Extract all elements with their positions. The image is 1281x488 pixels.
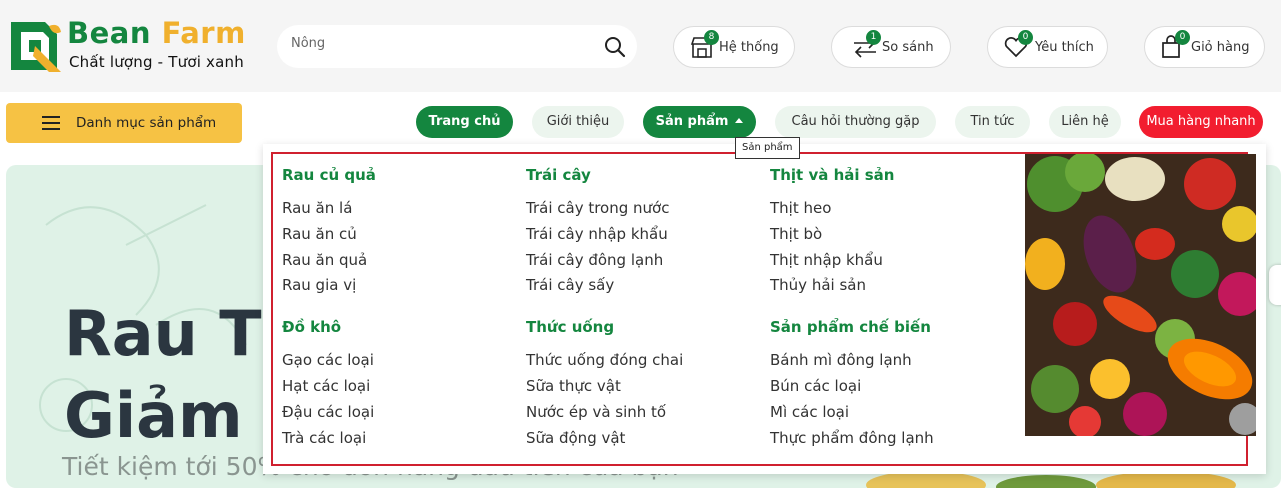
mega-menu-item[interactable]: Trái cây đông lạnh (526, 251, 663, 269)
mega-menu-item[interactable]: Thủy hải sản (770, 276, 866, 294)
nav-products-label: Sản phẩm (655, 114, 729, 129)
compare-count-badge: 1 (866, 30, 881, 45)
mega-group-title[interactable]: Rau củ quả (282, 166, 376, 184)
mega-menu-item[interactable]: Thịt nhập khẩu (770, 251, 883, 269)
mega-menu-item[interactable]: Rau ăn củ (282, 225, 357, 243)
mega-menu-item[interactable]: Bún các loại (770, 377, 861, 395)
logo-tagline: Chất lượng - Tươi xanh (69, 53, 244, 71)
store-system-button[interactable]: 8 Hệ thống (673, 26, 795, 68)
nav-faq[interactable]: Câu hỏi thường gặp (775, 106, 936, 138)
mega-menu-item[interactable]: Sữa động vật (526, 429, 625, 447)
mega-menu-item[interactable]: Thực phẩm đông lạnh (770, 429, 934, 447)
nav-home[interactable]: Trang chủ (416, 106, 513, 138)
mega-menu-item[interactable]: Trà các loại (282, 429, 366, 447)
mega-menu-item[interactable]: Đậu các loại (282, 403, 374, 421)
mega-group-title[interactable]: Thức uống (526, 318, 614, 336)
logo-word-bean: Bean (67, 16, 151, 50)
search-box (277, 25, 637, 68)
side-scroll-tab[interactable] (1269, 265, 1281, 305)
nav-products-tooltip: Sản phẩm (735, 137, 800, 159)
mega-menu-item[interactable]: Sữa thực vật (526, 377, 621, 395)
cart-count-badge: 0 (1175, 30, 1190, 45)
mega-menu-item[interactable]: Gạo các loại (282, 351, 374, 369)
mega-menu-item[interactable]: Mì các loại (770, 403, 849, 421)
mega-group-title[interactable]: Trái cây (526, 166, 591, 184)
mega-menu-item[interactable]: Nước ép và sinh tố (526, 403, 666, 421)
mega-menu-item[interactable]: Trái cây nhập khẩu (526, 225, 668, 243)
store-label: Hệ thống (719, 40, 779, 55)
hamburger-icon (42, 116, 60, 130)
category-menu-label: Danh mục sản phẩm (76, 115, 217, 131)
search-icon[interactable] (603, 35, 627, 59)
nav-contact[interactable]: Liên hệ (1049, 106, 1121, 138)
store-count-badge: 8 (704, 30, 719, 45)
nav-about[interactable]: Giới thiệu (532, 106, 624, 138)
mega-menu-item[interactable]: Bánh mì đông lạnh (770, 351, 912, 369)
wishlist-button[interactable]: 0 Yêu thích (987, 26, 1108, 68)
mega-group-title[interactable]: Sản phẩm chế biến (770, 318, 931, 336)
mega-menu-item[interactable]: Thịt heo (770, 199, 831, 217)
mega-menu-item[interactable]: Rau ăn quả (282, 251, 367, 269)
mega-menu-item[interactable]: Hạt các loại (282, 377, 370, 395)
caret-up-icon (735, 118, 744, 123)
compare-button[interactable]: 1 So sánh (831, 26, 951, 68)
mega-menu-item[interactable]: Rau gia vị (282, 276, 356, 294)
mega-menu-item[interactable]: Trái cây sấy (526, 276, 614, 294)
search-input[interactable] (291, 36, 591, 51)
wishlist-label: Yêu thích (1035, 40, 1094, 55)
bean-farm-logo-icon (11, 22, 61, 72)
mega-group-title[interactable]: Đồ khô (282, 318, 341, 336)
mega-menu-item[interactable]: Thức uống đóng chai (526, 351, 683, 369)
mega-menu-item[interactable]: Thịt bò (770, 225, 822, 243)
header-bar: Bean Farm Chất lượng - Tươi xanh 8 Hệ th… (0, 0, 1281, 92)
mega-menu-item[interactable]: Trái cây trong nước (526, 199, 669, 217)
logo-title: Bean Farm (67, 16, 246, 50)
mega-menu-item[interactable]: Rau ăn lá (282, 199, 352, 217)
nav-products[interactable]: Sản phẩm (643, 106, 756, 138)
cart-button[interactable]: 0 Giỏ hàng (1144, 26, 1265, 68)
logo-word-farm: Farm (161, 16, 246, 50)
wishlist-count-badge: 0 (1018, 30, 1033, 45)
cart-label: Giỏ hàng (1191, 40, 1250, 55)
vegetables-promo-image[interactable] (1025, 154, 1256, 436)
nav-news[interactable]: Tin tức (955, 106, 1030, 138)
compare-label: So sánh (882, 40, 934, 55)
category-menu-button[interactable]: Danh mục sản phẩm (6, 103, 242, 143)
logo[interactable]: Bean Farm Chất lượng - Tươi xanh (5, 16, 255, 76)
quick-buy-button[interactable]: Mua hàng nhanh (1139, 106, 1263, 138)
mega-group-title[interactable]: Thịt và hải sản (770, 166, 894, 184)
